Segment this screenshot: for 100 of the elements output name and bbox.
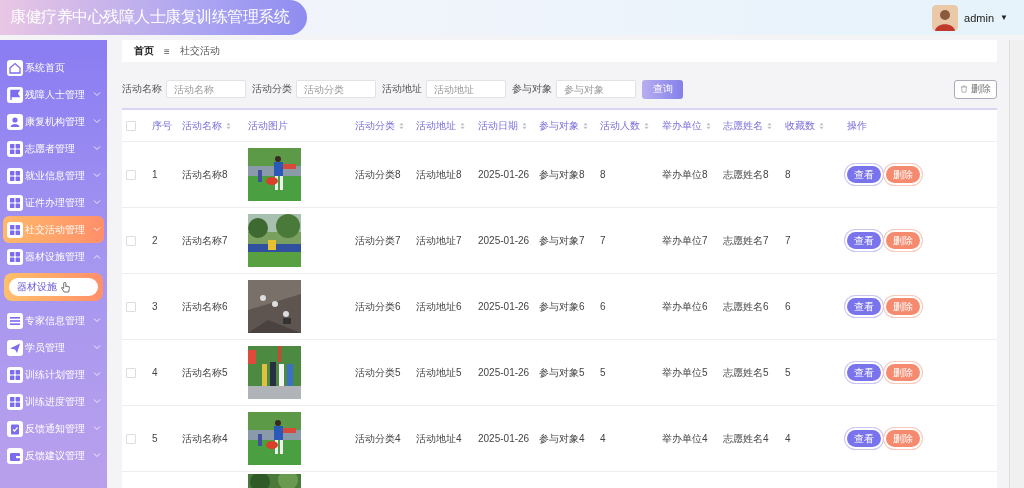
column-header[interactable]: 操作	[847, 119, 867, 131]
table-cell: 参与对象6	[539, 300, 585, 312]
column-header[interactable]: 活动名称	[182, 119, 231, 131]
grid-icon	[7, 393, 23, 410]
column-header[interactable]: 活动人数	[600, 119, 649, 131]
delete-button[interactable]: 删除	[886, 364, 920, 381]
row-checkbox[interactable]	[126, 236, 136, 247]
search-field[interactable]: 活动名称	[166, 80, 246, 98]
sort-icon[interactable]	[767, 121, 772, 130]
table-cell: 1	[152, 169, 158, 180]
column-header[interactable]: 活动分类	[355, 119, 404, 131]
sidebar-item[interactable]: 就业信息管理	[3, 162, 104, 189]
view-button[interactable]: 查看	[847, 232, 881, 249]
sort-icon[interactable]	[226, 121, 231, 130]
view-button[interactable]: 查看	[847, 166, 881, 183]
dropdown-caret[interactable]: ▼	[1000, 13, 1008, 22]
column-header[interactable]: 活动地址	[416, 119, 465, 131]
table-cell: 活动名称8	[182, 168, 228, 180]
delete-button[interactable]: 删除	[886, 232, 920, 249]
table-cell: 参与对象5	[539, 366, 585, 378]
table-cell: 2025-01-26	[478, 235, 530, 246]
table-cell: 4	[600, 433, 606, 444]
table-cell: 活动地址5	[416, 366, 462, 378]
column-header[interactable]: 参与对象	[539, 119, 588, 131]
delete-button[interactable]: 删除	[954, 79, 997, 99]
breadcrumb-home[interactable]: 首页	[134, 44, 154, 58]
scrollbar[interactable]	[1009, 40, 1024, 488]
table-cell: 志愿姓名6	[723, 300, 769, 312]
sort-icon[interactable]	[583, 121, 588, 130]
sidebar-item[interactable]: 训练计划管理	[3, 361, 104, 388]
table-cell: 2025-01-26	[478, 301, 530, 312]
sidebar-item[interactable]: 反馈建议管理	[3, 442, 104, 469]
hand-cursor-icon	[61, 281, 70, 293]
person-icon	[7, 113, 23, 130]
field-label: 活动地址	[382, 82, 422, 96]
select-all-checkbox[interactable]	[126, 121, 136, 132]
sort-icon[interactable]	[522, 121, 527, 130]
view-button[interactable]: 查看	[847, 298, 881, 315]
sidebar-item[interactable]: 康复机构管理	[3, 108, 104, 135]
column-header[interactable]: 举办单位	[662, 119, 711, 131]
view-button[interactable]: 查看	[847, 364, 881, 381]
submenu-item[interactable]: 器材设施	[9, 278, 98, 296]
row-checkbox[interactable]	[126, 170, 136, 181]
sort-icon[interactable]	[819, 121, 824, 130]
row-checkbox[interactable]	[126, 368, 136, 379]
table-cell: 5	[785, 367, 791, 378]
table-cell: 活动分类5	[355, 366, 401, 378]
table-cell: 参与对象7	[539, 234, 585, 246]
search-field[interactable]: 活动地址	[426, 80, 506, 98]
delete-button[interactable]: 删除	[886, 298, 920, 315]
user-name[interactable]: admin	[964, 11, 995, 24]
table-cell: 活动分类4	[355, 432, 401, 444]
sidebar-item[interactable]: 系统首页	[3, 54, 104, 81]
column-header[interactable]: 活动图片	[248, 119, 288, 131]
sort-icon[interactable]	[706, 121, 711, 130]
table-cell: 4	[152, 367, 158, 378]
search-field[interactable]: 参与对象	[556, 80, 636, 98]
sidebar-item[interactable]: 证件办理管理	[3, 189, 104, 216]
delete-button[interactable]: 删除	[886, 430, 920, 447]
column-header[interactable]: 志愿姓名	[723, 119, 772, 131]
sidebar-item[interactable]: 志愿者管理	[3, 135, 104, 162]
grid-icon	[7, 248, 23, 265]
table-cell: 3	[152, 301, 158, 312]
row-checkbox[interactable]	[126, 434, 136, 445]
table-cell: 2025-01-26	[478, 367, 530, 378]
avatar[interactable]	[932, 4, 959, 31]
table-cell: 6	[600, 301, 606, 312]
sort-icon[interactable]	[460, 121, 465, 130]
table-cell: 活动名称5	[182, 366, 228, 378]
sidebar-item[interactable]: 训练进度管理	[3, 388, 104, 415]
column-header[interactable]: 收藏数	[785, 119, 824, 131]
table-cell: 2025-01-26	[478, 169, 530, 180]
table-cell: 志愿姓名5	[723, 366, 769, 378]
sidebar-item[interactable]: 专家信息管理	[3, 307, 104, 334]
table-cell: 5	[600, 367, 606, 378]
table-cell: 活动地址7	[416, 234, 462, 246]
delete-button[interactable]: 删除	[886, 166, 920, 183]
table-cell: 活动名称4	[182, 432, 228, 444]
table-cell: 7	[785, 235, 791, 246]
sidebar-item[interactable]: 器材设施管理	[3, 243, 104, 270]
table-cell: 2	[152, 235, 158, 246]
table-cell: 活动分类7	[355, 234, 401, 246]
column-header[interactable]: 活动日期	[478, 119, 527, 131]
query-button[interactable]: 查询	[642, 79, 683, 99]
sidebar-item[interactable]: 反馈通知管理	[3, 415, 104, 442]
clipboard-icon	[7, 420, 23, 437]
table-cell: 参与对象4	[539, 432, 585, 444]
sidebar-item[interactable]: 社交活动管理	[3, 216, 104, 243]
sort-icon[interactable]	[644, 121, 649, 130]
sidebar-item[interactable]: 残障人士管理	[3, 81, 104, 108]
sidebar-item[interactable]: 学员管理	[3, 334, 104, 361]
sort-icon[interactable]	[399, 121, 404, 130]
table-cell: 4	[785, 433, 791, 444]
row-checkbox[interactable]	[126, 302, 136, 313]
column-header[interactable]: 序号	[152, 119, 172, 131]
view-button[interactable]: 查看	[847, 430, 881, 447]
table-cell: 志愿姓名7	[723, 234, 769, 246]
field-label: 活动名称	[122, 82, 162, 96]
table-cell: 举办单位8	[662, 168, 708, 180]
search-field[interactable]: 活动分类	[296, 80, 376, 98]
